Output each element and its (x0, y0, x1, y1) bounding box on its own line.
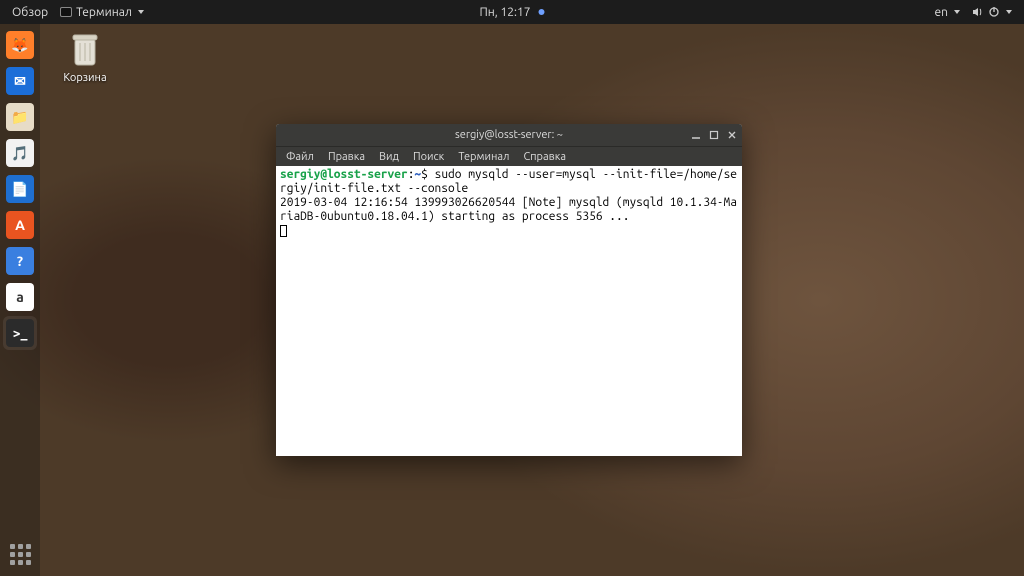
window-close-button[interactable] (726, 129, 738, 141)
help-icon: ? (6, 247, 34, 275)
desktop-icon-label: Корзина (50, 72, 120, 84)
dock-item-help[interactable]: ? (3, 244, 37, 278)
input-source-label: en (935, 6, 948, 19)
amazon-icon: a (6, 283, 34, 311)
top-app-menu[interactable]: Терминал (54, 0, 150, 24)
window-minimize-button[interactable] (690, 129, 702, 141)
system-menu[interactable] (966, 0, 1018, 24)
notification-dot-icon (539, 9, 545, 15)
top-panel: Обзор Терминал Пн, 12:17 en (0, 0, 1024, 24)
menu-справка[interactable]: Справка (518, 151, 573, 163)
top-app-label: Терминал (76, 6, 132, 19)
menu-правка[interactable]: Правка (322, 151, 371, 163)
power-icon (988, 6, 1000, 18)
terminal-icon (60, 7, 72, 17)
chevron-down-icon (1006, 10, 1012, 14)
window-menubar: ФайлПравкаВидПоискТерминалСправка (276, 146, 742, 166)
input-source[interactable]: en (929, 0, 966, 24)
terminal-icon: >_ (6, 319, 34, 347)
dock-item-thunderbird[interactable]: ✉ (3, 64, 37, 98)
writer-icon: 📄 (6, 175, 34, 203)
cursor (280, 225, 287, 237)
dock-item-writer[interactable]: 📄 (3, 172, 37, 206)
window-maximize-button[interactable] (708, 129, 720, 141)
dock-item-firefox[interactable]: 🦊 (3, 28, 37, 62)
volume-icon (972, 6, 984, 18)
dock-item-rhythmbox[interactable]: 🎵 (3, 136, 37, 170)
terminal-body[interactable]: sergiy@losst-server:~$ sudo mysqld --use… (276, 166, 742, 456)
window-title: sergiy@losst-server: ~ (455, 129, 563, 141)
firefox-icon: 🦊 (6, 31, 34, 59)
window-titlebar[interactable]: sergiy@losst-server: ~ (276, 124, 742, 146)
dock: 🦊 ✉ 📁 🎵 📄 A? a >_ (0, 24, 40, 576)
chevron-down-icon (954, 10, 960, 14)
chevron-down-icon (138, 10, 144, 14)
rhythmbox-icon: 🎵 (6, 139, 34, 167)
clock[interactable]: Пн, 12:17 (473, 0, 550, 24)
dock-item-terminal[interactable]: >_ (3, 316, 37, 350)
dock-item-software[interactable]: A (3, 208, 37, 242)
menu-файл[interactable]: Файл (280, 151, 320, 163)
thunderbird-icon: ✉ (6, 67, 34, 95)
trash-icon (65, 30, 105, 70)
menu-терминал[interactable]: Терминал (452, 151, 515, 163)
clock-label: Пн, 12:17 (479, 6, 530, 19)
prompt-user: sergiy@losst-server (280, 168, 408, 181)
files-icon: 📁 (6, 103, 34, 131)
dock-item-amazon[interactable]: a (3, 280, 37, 314)
activities-button[interactable]: Обзор (6, 0, 54, 24)
terminal-window: sergiy@losst-server: ~ ФайлПравкаВидПоис… (276, 124, 742, 456)
menu-вид[interactable]: Вид (373, 151, 405, 163)
activities-label: Обзор (12, 6, 48, 19)
dock-item-files[interactable]: 📁 (3, 100, 37, 134)
software-icon: A (6, 211, 34, 239)
menu-поиск[interactable]: Поиск (407, 151, 450, 163)
output-line: 2019-03-04 12:16:54 139993026620544 [Not… (280, 196, 737, 223)
desktop-icon-trash[interactable]: Корзина (50, 30, 120, 84)
